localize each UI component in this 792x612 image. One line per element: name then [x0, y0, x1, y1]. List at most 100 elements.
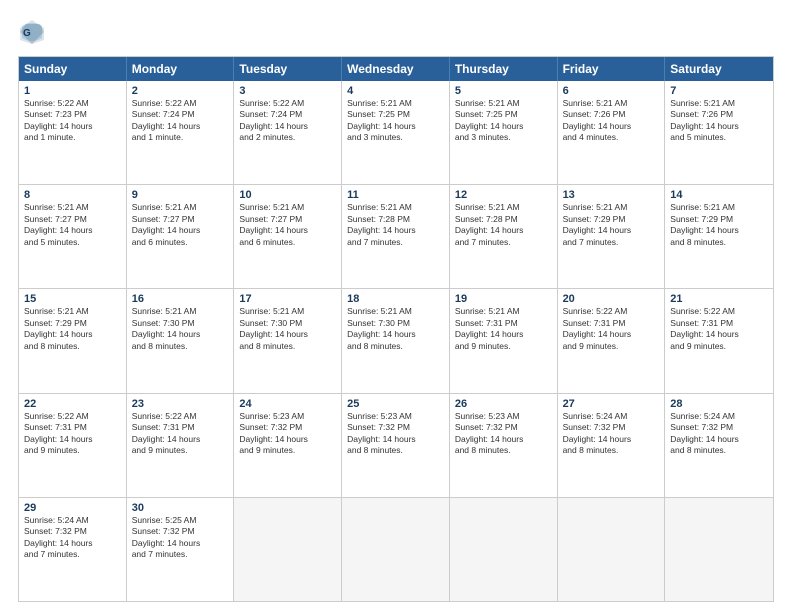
day-number: 14: [670, 189, 768, 201]
day-number: 7: [670, 85, 768, 97]
day-number: 30: [132, 502, 229, 514]
calendar-cell-day-29: 29Sunrise: 5:24 AMSunset: 7:32 PMDayligh…: [19, 498, 127, 601]
calendar-row-3: 15Sunrise: 5:21 AMSunset: 7:29 PMDayligh…: [19, 288, 773, 392]
calendar-cell-day-24: 24Sunrise: 5:23 AMSunset: 7:32 PMDayligh…: [234, 394, 342, 497]
day-info: Sunrise: 5:21 AMSunset: 7:28 PMDaylight:…: [455, 202, 552, 248]
day-info: Sunrise: 5:22 AMSunset: 7:24 PMDaylight:…: [132, 98, 229, 144]
calendar-cell-day-23: 23Sunrise: 5:22 AMSunset: 7:31 PMDayligh…: [127, 394, 235, 497]
day-number: 13: [563, 189, 660, 201]
day-number: 9: [132, 189, 229, 201]
day-number: 10: [239, 189, 336, 201]
calendar-cell-day-3: 3Sunrise: 5:22 AMSunset: 7:24 PMDaylight…: [234, 81, 342, 184]
day-info: Sunrise: 5:23 AMSunset: 7:32 PMDaylight:…: [455, 411, 552, 457]
calendar-header: SundayMondayTuesdayWednesdayThursdayFrid…: [19, 57, 773, 81]
calendar-cell-day-5: 5Sunrise: 5:21 AMSunset: 7:25 PMDaylight…: [450, 81, 558, 184]
calendar-cell-day-17: 17Sunrise: 5:21 AMSunset: 7:30 PMDayligh…: [234, 289, 342, 392]
calendar-cell-day-10: 10Sunrise: 5:21 AMSunset: 7:27 PMDayligh…: [234, 185, 342, 288]
day-info: Sunrise: 5:24 AMSunset: 7:32 PMDaylight:…: [24, 515, 121, 561]
day-info: Sunrise: 5:21 AMSunset: 7:27 PMDaylight:…: [24, 202, 121, 248]
day-info: Sunrise: 5:21 AMSunset: 7:26 PMDaylight:…: [670, 98, 768, 144]
calendar-cell-day-16: 16Sunrise: 5:21 AMSunset: 7:30 PMDayligh…: [127, 289, 235, 392]
header: G: [18, 18, 774, 46]
calendar-cell-day-14: 14Sunrise: 5:21 AMSunset: 7:29 PMDayligh…: [665, 185, 773, 288]
day-number: 29: [24, 502, 121, 514]
calendar-cell-empty: [342, 498, 450, 601]
day-info: Sunrise: 5:24 AMSunset: 7:32 PMDaylight:…: [670, 411, 768, 457]
day-number: 17: [239, 293, 336, 305]
day-info: Sunrise: 5:21 AMSunset: 7:29 PMDaylight:…: [563, 202, 660, 248]
weekday-header-tuesday: Tuesday: [234, 57, 342, 81]
calendar-cell-day-18: 18Sunrise: 5:21 AMSunset: 7:30 PMDayligh…: [342, 289, 450, 392]
calendar-cell-day-1: 1Sunrise: 5:22 AMSunset: 7:23 PMDaylight…: [19, 81, 127, 184]
day-number: 2: [132, 85, 229, 97]
day-info: Sunrise: 5:23 AMSunset: 7:32 PMDaylight:…: [239, 411, 336, 457]
day-number: 19: [455, 293, 552, 305]
day-number: 5: [455, 85, 552, 97]
page: G SundayMondayTuesdayWednesdayThursdayFr…: [0, 0, 792, 612]
day-info: Sunrise: 5:25 AMSunset: 7:32 PMDaylight:…: [132, 515, 229, 561]
day-number: 16: [132, 293, 229, 305]
calendar-cell-empty: [234, 498, 342, 601]
day-info: Sunrise: 5:21 AMSunset: 7:27 PMDaylight:…: [132, 202, 229, 248]
day-number: 1: [24, 85, 121, 97]
day-info: Sunrise: 5:21 AMSunset: 7:29 PMDaylight:…: [24, 306, 121, 352]
day-number: 25: [347, 398, 444, 410]
logo: G: [18, 18, 50, 46]
day-info: Sunrise: 5:24 AMSunset: 7:32 PMDaylight:…: [563, 411, 660, 457]
calendar-cell-day-2: 2Sunrise: 5:22 AMSunset: 7:24 PMDaylight…: [127, 81, 235, 184]
calendar-cell-day-4: 4Sunrise: 5:21 AMSunset: 7:25 PMDaylight…: [342, 81, 450, 184]
day-info: Sunrise: 5:21 AMSunset: 7:30 PMDaylight:…: [239, 306, 336, 352]
calendar: SundayMondayTuesdayWednesdayThursdayFrid…: [18, 56, 774, 602]
day-info: Sunrise: 5:22 AMSunset: 7:31 PMDaylight:…: [24, 411, 121, 457]
day-number: 8: [24, 189, 121, 201]
day-number: 27: [563, 398, 660, 410]
weekday-header-monday: Monday: [127, 57, 235, 81]
weekday-header-wednesday: Wednesday: [342, 57, 450, 81]
day-number: 3: [239, 85, 336, 97]
calendar-cell-day-11: 11Sunrise: 5:21 AMSunset: 7:28 PMDayligh…: [342, 185, 450, 288]
day-number: 11: [347, 189, 444, 201]
day-number: 18: [347, 293, 444, 305]
calendar-cell-day-20: 20Sunrise: 5:22 AMSunset: 7:31 PMDayligh…: [558, 289, 666, 392]
day-info: Sunrise: 5:22 AMSunset: 7:31 PMDaylight:…: [563, 306, 660, 352]
day-info: Sunrise: 5:21 AMSunset: 7:31 PMDaylight:…: [455, 306, 552, 352]
day-info: Sunrise: 5:22 AMSunset: 7:24 PMDaylight:…: [239, 98, 336, 144]
logo-icon: G: [18, 18, 46, 46]
calendar-cell-day-28: 28Sunrise: 5:24 AMSunset: 7:32 PMDayligh…: [665, 394, 773, 497]
day-info: Sunrise: 5:21 AMSunset: 7:27 PMDaylight:…: [239, 202, 336, 248]
day-info: Sunrise: 5:21 AMSunset: 7:30 PMDaylight:…: [347, 306, 444, 352]
day-number: 4: [347, 85, 444, 97]
calendar-cell-day-30: 30Sunrise: 5:25 AMSunset: 7:32 PMDayligh…: [127, 498, 235, 601]
day-number: 20: [563, 293, 660, 305]
day-number: 15: [24, 293, 121, 305]
calendar-cell-empty: [665, 498, 773, 601]
calendar-cell-day-19: 19Sunrise: 5:21 AMSunset: 7:31 PMDayligh…: [450, 289, 558, 392]
day-number: 28: [670, 398, 768, 410]
calendar-cell-day-12: 12Sunrise: 5:21 AMSunset: 7:28 PMDayligh…: [450, 185, 558, 288]
calendar-cell-day-25: 25Sunrise: 5:23 AMSunset: 7:32 PMDayligh…: [342, 394, 450, 497]
weekday-header-sunday: Sunday: [19, 57, 127, 81]
calendar-cell-day-13: 13Sunrise: 5:21 AMSunset: 7:29 PMDayligh…: [558, 185, 666, 288]
day-number: 26: [455, 398, 552, 410]
svg-text:G: G: [23, 28, 31, 39]
day-info: Sunrise: 5:21 AMSunset: 7:30 PMDaylight:…: [132, 306, 229, 352]
day-number: 12: [455, 189, 552, 201]
day-info: Sunrise: 5:21 AMSunset: 7:25 PMDaylight:…: [455, 98, 552, 144]
day-number: 24: [239, 398, 336, 410]
day-info: Sunrise: 5:21 AMSunset: 7:29 PMDaylight:…: [670, 202, 768, 248]
calendar-cell-day-6: 6Sunrise: 5:21 AMSunset: 7:26 PMDaylight…: [558, 81, 666, 184]
day-number: 21: [670, 293, 768, 305]
day-number: 23: [132, 398, 229, 410]
day-info: Sunrise: 5:21 AMSunset: 7:26 PMDaylight:…: [563, 98, 660, 144]
weekday-header-thursday: Thursday: [450, 57, 558, 81]
day-number: 22: [24, 398, 121, 410]
weekday-header-saturday: Saturday: [665, 57, 773, 81]
calendar-cell-day-15: 15Sunrise: 5:21 AMSunset: 7:29 PMDayligh…: [19, 289, 127, 392]
day-number: 6: [563, 85, 660, 97]
calendar-row-2: 8Sunrise: 5:21 AMSunset: 7:27 PMDaylight…: [19, 184, 773, 288]
calendar-cell-day-27: 27Sunrise: 5:24 AMSunset: 7:32 PMDayligh…: [558, 394, 666, 497]
calendar-row-4: 22Sunrise: 5:22 AMSunset: 7:31 PMDayligh…: [19, 393, 773, 497]
calendar-row-1: 1Sunrise: 5:22 AMSunset: 7:23 PMDaylight…: [19, 81, 773, 184]
calendar-cell-day-7: 7Sunrise: 5:21 AMSunset: 7:26 PMDaylight…: [665, 81, 773, 184]
calendar-body: 1Sunrise: 5:22 AMSunset: 7:23 PMDaylight…: [19, 81, 773, 601]
